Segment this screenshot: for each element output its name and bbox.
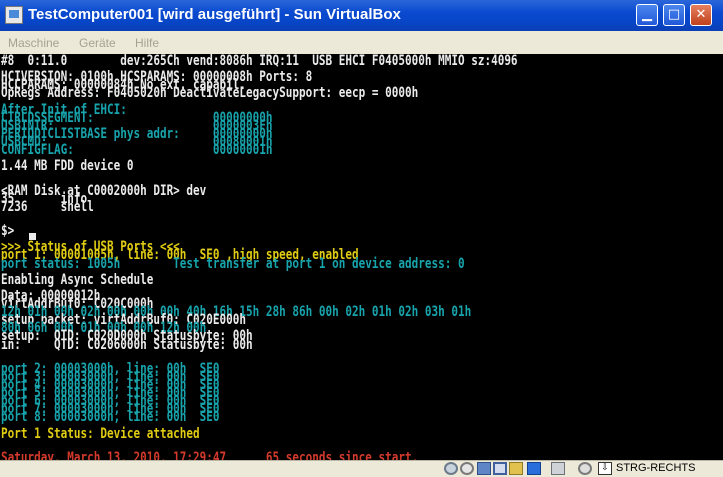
close-button[interactable]: ✕ xyxy=(690,4,712,26)
console-line: port 8: 00003000h, line: 00h SE0 xyxy=(1,408,220,425)
minimize-button[interactable]: ▁ xyxy=(636,4,658,26)
cdrom-icon[interactable] xyxy=(460,462,474,475)
maximize-button[interactable]: □ xyxy=(663,4,685,26)
close-icon: ✕ xyxy=(695,7,707,22)
harddisk-icon[interactable] xyxy=(444,462,458,475)
display-icon[interactable] xyxy=(527,462,541,475)
virtualbox-app-icon[interactable] xyxy=(5,6,23,24)
console-line: in: QTD: C0206000h Statusbyte: 00h xyxy=(1,336,253,353)
shared-folders-icon[interactable] xyxy=(509,462,523,475)
menu-bar: Maschine Geräte Hilfe xyxy=(0,31,723,55)
maximize-icon: □ xyxy=(667,7,681,22)
console-line: Enabling Async Schedule xyxy=(1,271,154,288)
capture-icon[interactable] xyxy=(551,462,565,475)
title-bar[interactable]: TestComputer001 [wird ausgeführt] - Sun … xyxy=(0,0,723,31)
mouse-integration-icon[interactable] xyxy=(578,462,592,475)
console-line: Saturday, March 13, 2010, 17:29:47 65 se… xyxy=(1,449,419,461)
network-icon[interactable] xyxy=(477,462,491,475)
menu-geraete[interactable]: Geräte xyxy=(79,36,116,50)
console-line: OpRegs Address: F0405020h DeactivateLega… xyxy=(1,84,419,101)
vm-console-screen[interactable]: #8 0:11.0 dev:265Ch vend:8086h IRQ:11 US… xyxy=(0,54,723,460)
console-line: 7236 shell xyxy=(1,198,94,215)
console-line: #8 0:11.0 dev:265Ch vend:8086h IRQ:11 US… xyxy=(1,54,518,69)
minimize-icon: ▁ xyxy=(642,7,652,22)
window-title: TestComputer001 [wird ausgeführt] - Sun … xyxy=(28,6,401,23)
virtualbox-window: TestComputer001 [wird ausgeführt] - Sun … xyxy=(0,0,723,477)
console-line: Port 1 Status: Device attached xyxy=(1,425,200,442)
menu-hilfe[interactable]: Hilfe xyxy=(135,36,159,50)
host-key-icon[interactable]: ⇩ xyxy=(598,462,612,475)
usb-icon[interactable] xyxy=(493,462,507,475)
console-line: 1.44 MB FDD device 0 xyxy=(1,157,134,174)
menu-maschine[interactable]: Maschine xyxy=(8,36,59,50)
text-cursor xyxy=(29,233,36,240)
status-bar: ⇩ STRG-RECHTS xyxy=(0,460,723,477)
host-key-label: STRG-RECHTS xyxy=(616,462,696,474)
console-line: port status: 1005h Test transfer at port… xyxy=(1,255,465,272)
console-line: CONFIGFLAG: 00000001h xyxy=(1,141,273,158)
console-line: $> xyxy=(1,222,15,239)
